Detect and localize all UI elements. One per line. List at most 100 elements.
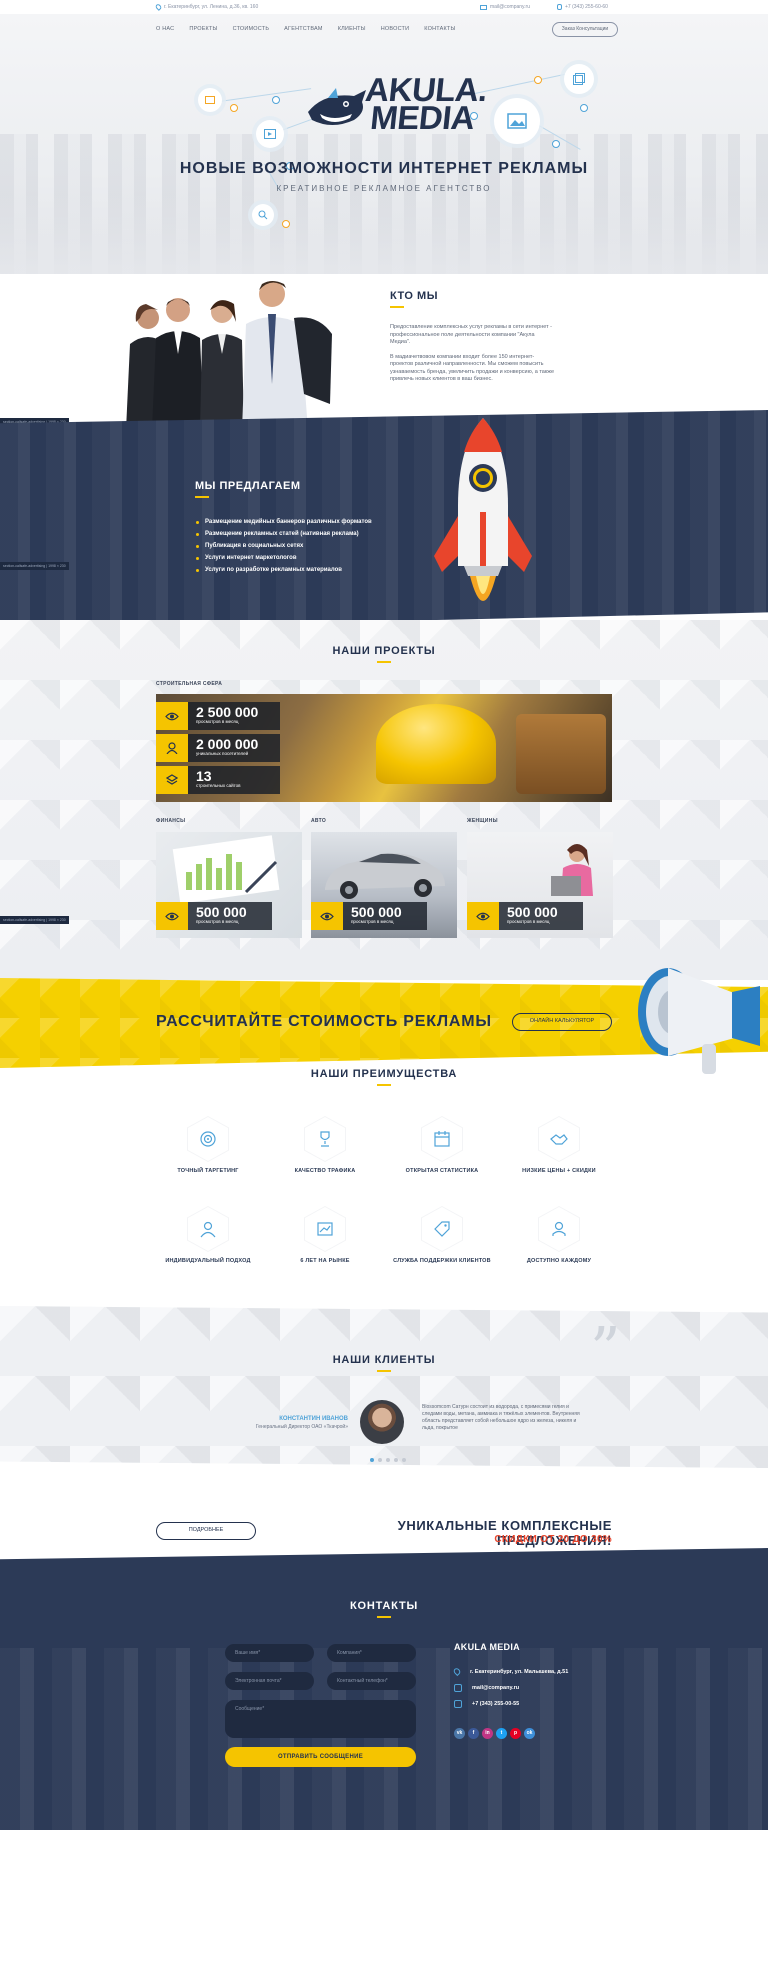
title-underline <box>377 661 391 663</box>
stat-row: 500 000 просмотров в месяц <box>311 902 427 930</box>
construction-project-card[interactable]: 2 500 000 просмотров в месяц 2 000 000 у… <box>156 694 612 802</box>
stat-icon-box <box>467 902 499 930</box>
stat-value-box: 2 500 000 просмотров в месяц <box>188 702 280 730</box>
hex-frame <box>187 1206 229 1252</box>
hex-frame <box>187 1116 229 1162</box>
nav-item-about[interactable]: О НАС <box>156 26 174 32</box>
hero-fade <box>0 194 768 274</box>
gallery-bubble <box>564 64 594 94</box>
advantage-label: КАЧЕСТВО ТРАФИКА <box>294 1168 356 1174</box>
phone-field[interactable] <box>327 1672 416 1690</box>
nav-item-projects[interactable]: ПРОЕКТЫ <box>189 26 217 32</box>
advantage-individual: ИНДИВИДУАЛЬНЫЙ ПОДХОД <box>148 1206 268 1264</box>
calendar-icon <box>434 1131 450 1147</box>
women-project-card[interactable]: 500 000 просмотров в месяц <box>467 832 613 938</box>
nav-item-contacts[interactable]: КОНТАКТЫ <box>424 26 455 32</box>
topbar-phone[interactable]: +7 (343) 255-60-60 <box>557 4 608 10</box>
projects-title: НАШИ ПРОЕКТЫ <box>332 645 436 657</box>
topbar-phone-text[interactable]: +7 (343) 255-60-60 <box>565 4 608 10</box>
slider-dot[interactable] <box>378 1458 382 1462</box>
quote-icon: ” <box>590 1315 621 1385</box>
who-paragraph-2: В мадиачетвовом компании входит более 15… <box>390 353 555 383</box>
consultation-button[interactable]: Заказ Консультации <box>552 22 618 37</box>
odnoklassniki-icon[interactable]: ok <box>524 1728 535 1739</box>
stat-row: 2 500 000 просмотров в месяц <box>156 702 280 730</box>
finance-project-card[interactable]: 500 000 просмотров в месяц <box>156 832 302 938</box>
stat-value-box: 500 000 просмотров в месяц <box>343 902 427 930</box>
advantage-low-prices: НИЗКИЕ ЦЕНЫ + СКИДКИ <box>499 1116 619 1174</box>
who-title: КТО МЫ <box>390 290 438 302</box>
social-links: vk f in t p ok <box>454 1728 535 1739</box>
logo-line2: MEDIA <box>368 99 477 136</box>
bullet-icon <box>196 544 199 548</box>
hex-inner <box>188 1207 228 1251</box>
title-underline <box>377 1616 391 1618</box>
company-field[interactable] <box>327 1644 416 1662</box>
contacts-phone-text[interactable]: +7 (343) 255-00-55 <box>472 1701 519 1707</box>
hex-frame <box>421 1206 463 1252</box>
stat-icon-box <box>311 902 343 930</box>
list-item: Услуги по разработке рекламных материало… <box>196 564 372 576</box>
envelope-icon <box>454 1684 462 1692</box>
vk-icon[interactable]: vk <box>454 1728 465 1739</box>
topbar-email-text[interactable]: mail@company.ru <box>490 4 530 10</box>
stat-number: 500 000 <box>351 904 402 920</box>
nav-item-agencies[interactable]: АГЕНТСТВАМ <box>284 26 323 32</box>
title-underline <box>377 1370 391 1372</box>
contacts-email-text[interactable]: mail@company.ru <box>472 1685 519 1691</box>
akula-media-logo[interactable]: AKULA. MEDIA <box>306 68 489 148</box>
network-node <box>230 104 238 112</box>
send-message-button[interactable]: ОТПРАВИТЬ СООБЩЕНИЕ <box>225 1747 416 1767</box>
women-category-label: ЖЕНЩИНЫ <box>467 818 498 824</box>
message-field[interactable] <box>225 1700 416 1738</box>
auto-project-card[interactable]: 500 000 просмотров в месяц <box>311 832 457 938</box>
offer-item-text: Размещение медийных баннеров различных ф… <box>205 519 372 525</box>
offer-item-text: Публикация в социальных сетях <box>205 543 304 549</box>
more-details-button[interactable]: ПОДРОБНЕЕ <box>156 1522 256 1540</box>
hero-title: НОВЫЕ ВОЗМОЖНОСТИ ИНТЕРНЕТ РЕКЛАМЫ <box>179 160 589 177</box>
topbar-email[interactable]: mail@company.ru <box>480 4 530 10</box>
advantage-label: 6 ЛЕТ НА РЫНКЕ <box>300 1258 350 1264</box>
envelope-icon <box>480 4 487 10</box>
hex-inner <box>539 1117 579 1161</box>
picture-icon <box>507 113 527 129</box>
search-icon <box>258 210 268 220</box>
online-calculator-button[interactable]: ОНЛАЙН КАЛЬКУЛЯТОР <box>512 1013 612 1031</box>
twitter-icon[interactable]: t <box>496 1728 507 1739</box>
slider-dot[interactable] <box>370 1458 374 1462</box>
hex-frame <box>304 1116 346 1162</box>
toolbelt-image <box>516 714 606 794</box>
contacts-email[interactable]: mail@company.ru <box>454 1684 519 1692</box>
name-field[interactable] <box>225 1644 314 1662</box>
rocket-icon <box>434 418 532 601</box>
slider-dot[interactable] <box>394 1458 398 1462</box>
bullet-icon <box>196 556 199 560</box>
contacts-phone[interactable]: +7 (343) 255-00-55 <box>454 1700 519 1708</box>
topbar-address: г. Екатеринбург, ул. Ленина, д.36, кв. 1… <box>154 3 258 11</box>
offer-title: МЫ ПРЕДЛАГАЕМ <box>195 480 301 492</box>
business-team-photo <box>118 274 362 430</box>
advantage-label: ОТКРЫТАЯ СТАТИСТИКА <box>405 1168 479 1174</box>
instagram-icon[interactable]: in <box>482 1728 493 1739</box>
slider-dot[interactable] <box>402 1458 406 1462</box>
advantage-label: ИНДИВИДУАЛЬНЫЙ ПОДХОД <box>165 1258 251 1264</box>
trophy-icon <box>320 1131 330 1147</box>
client-position: Генеральный Директор ОАО «Ткачрой» <box>255 1424 348 1430</box>
we-offer-section: МЫ ПРЕДЛАГАЕМ Размещение медийных баннер… <box>0 410 768 630</box>
stat-label: просмотров в месяц <box>351 919 394 924</box>
nav-item-news[interactable]: НОВОСТИ <box>381 26 410 32</box>
user-icon <box>166 742 178 754</box>
chart-icon <box>317 1222 333 1236</box>
list-item: Размещение рекламных статей (нативная ре… <box>196 528 372 540</box>
list-item: Размещение медийных баннеров различных ф… <box>196 516 372 528</box>
stat-label: просмотров в месяц <box>196 919 239 924</box>
advantage-years: 6 ЛЕТ НА РЫНКЕ <box>265 1206 385 1264</box>
nav-item-clients[interactable]: КЛИЕНТЫ <box>338 26 366 32</box>
facebook-icon[interactable]: f <box>468 1728 479 1739</box>
email-field[interactable] <box>225 1672 314 1690</box>
slider-dot[interactable] <box>386 1458 390 1462</box>
eye-icon <box>165 712 179 720</box>
nav-item-pricing[interactable]: СТОИМОСТЬ <box>233 26 270 32</box>
contacts-brand: AKULA MEDIA <box>454 1642 520 1652</box>
pinterest-icon[interactable]: p <box>510 1728 521 1739</box>
